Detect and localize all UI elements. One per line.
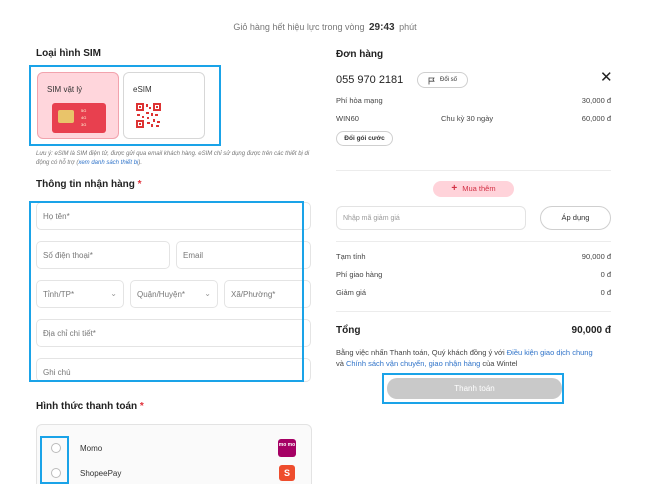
timer-prefix: Giỏ hàng hết hiệu lực trong vòng [233,22,365,32]
fee-amount: 30,000 đ [581,96,611,105]
buy-more-button[interactable]: + Mua thêm [433,181,514,197]
change-number-button[interactable]: Đổi số [417,72,468,88]
buy-more-label: Mua thêm [462,184,496,193]
plan-label: WIN60 [336,114,359,123]
highlight-sim-type [29,65,221,146]
device-list-link[interactable]: xem danh sách thiết bị [78,160,138,166]
shipping-value: 0 đ [600,270,611,279]
change-plan-button[interactable]: Đổi gói cước [336,131,393,146]
terms-suffix: của Wintel [482,359,518,368]
shipping-label: Phí giao hàng [336,270,383,279]
promo-placeholder: Nhập mã giảm giá [343,215,400,222]
esim-note: Lưu ý: eSIM là SIM điện tử, được gửi qua… [36,150,311,168]
flag-icon [428,77,435,85]
payment-title: Hình thức thanh toán * [36,401,144,412]
timer-suffix: phút [399,22,417,32]
esim-note-end: ). [138,160,143,166]
total-label: Tổng [336,325,361,336]
change-number-label: Đổi số [440,77,458,83]
highlight-delivery-form [29,201,304,382]
highlight-checkout-button [382,373,564,404]
apply-promo-button[interactable]: Áp dụng [540,206,611,230]
sim-type-title: Loại hình SIM [36,48,101,59]
discount-value: 0 đ [600,288,611,297]
momo-logo-icon: mo mo [278,439,296,457]
divider [336,170,611,171]
required-mark: * [137,179,142,190]
promo-code-input[interactable]: Nhập mã giảm giá [336,206,526,230]
shopeepay-logo-icon: S [279,465,295,481]
payment-methods-box [36,424,312,484]
subtotal-label: Tạm tính [336,252,366,261]
delivery-title: Thông tin nhận hàng * [36,179,142,190]
terms-and: và [336,359,344,368]
order-title: Đơn hàng [336,49,384,60]
fee-label: Phí hòa mạng [336,96,383,105]
divider [336,311,611,312]
payment-title-text: Hình thức thanh toán [36,401,138,412]
esim-note-text: Lưu ý: eSIM là SIM điện tử, được gửi qua… [36,151,310,166]
plan-cycle: Chu kỳ 30 ngày [441,114,494,123]
discount-label: Giảm giá [336,288,367,297]
shipping-policy-link[interactable]: Chính sách vận chuyển, giao nhận hàng [346,359,480,368]
order-phone-number: 055 970 2181 [336,74,404,86]
general-terms-link[interactable]: Điều kiện giao dịch chung [507,348,593,357]
shopeepay-label: ShopeePay [80,469,122,478]
delivery-title-text: Thông tin nhận hàng [36,179,135,190]
momo-label: Momo [80,444,103,453]
cart-timer: Giỏ hàng hết hiệu lực trong vòng 29:43 p… [0,22,650,33]
required-mark: * [139,401,144,412]
terms-prefix: Bằng việc nhấn Thanh toán, Quý khách đồn… [336,348,505,357]
close-icon[interactable]: ✕ [600,70,613,85]
plus-icon: + [451,183,458,194]
terms-text: Bằng việc nhấn Thanh toán, Quý khách đồn… [336,347,621,369]
timer-time: 29:43 [369,22,395,33]
divider [336,241,611,242]
plan-amount: 60,000 đ [581,114,611,123]
subtotal-value: 90,000 đ [581,252,611,261]
total-value: 90,000 đ [571,325,611,336]
highlight-payment-radios [40,436,69,484]
